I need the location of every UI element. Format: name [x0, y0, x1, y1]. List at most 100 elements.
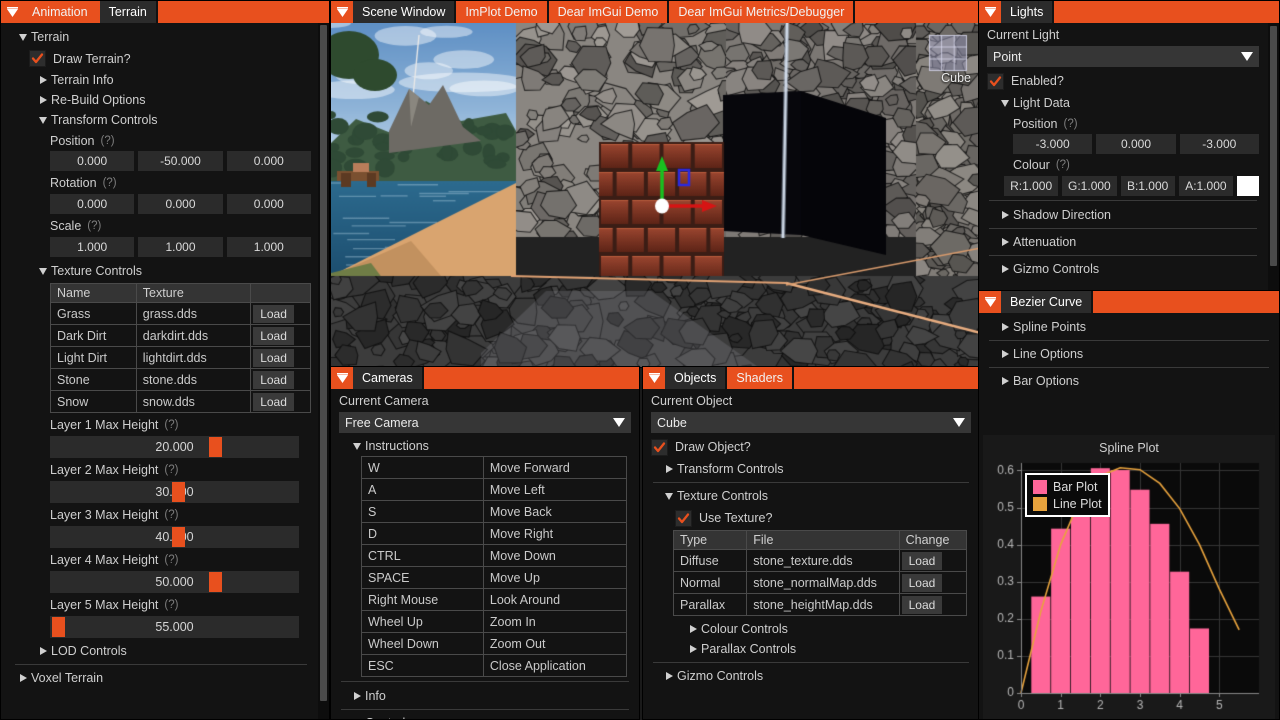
layer3-hint[interactable]: (?) — [164, 509, 178, 521]
scene-window-titlebar[interactable]: Scene Window ImPlot Demo Dear ImGui Demo… — [331, 1, 979, 23]
collapse-icon[interactable] — [331, 1, 353, 23]
lights-window-titlebar[interactable]: Lights — [979, 1, 1279, 23]
load-button[interactable]: Load — [253, 370, 294, 389]
position-z-field[interactable]: 0.000 — [226, 151, 311, 171]
layer5-hint[interactable]: (?) — [164, 599, 178, 611]
slider-grab[interactable] — [209, 437, 223, 457]
slider-grab[interactable] — [52, 617, 66, 637]
tree-terrain[interactable]: Terrain — [1, 27, 317, 47]
tree-object-transform-controls[interactable]: Transform Controls — [651, 459, 971, 479]
tree-info[interactable]: Info — [339, 686, 631, 706]
rotation-fields[interactable]: 0.000 0.000 0.000 — [1, 194, 317, 214]
rotation-x-field[interactable]: 0.000 — [50, 194, 135, 214]
tree-parallax-controls[interactable]: Parallax Controls — [651, 639, 971, 659]
load-button[interactable]: Load — [901, 573, 943, 592]
tab-dear-imgui-metrics[interactable]: Dear ImGui Metrics/Debugger — [669, 1, 856, 23]
lights-panel-scrollbar[interactable] — [1268, 23, 1279, 290]
load-button[interactable]: Load — [253, 304, 294, 323]
objects-window-titlebar[interactable]: Objects Shaders — [643, 367, 979, 389]
tree-instructions[interactable]: Instructions — [339, 436, 631, 456]
light-colour-a-field[interactable]: A:1.000 — [1178, 176, 1233, 196]
draw-object-row[interactable]: Draw Object? — [651, 435, 971, 459]
layer4-slider[interactable]: 50.000 — [50, 571, 299, 593]
tree-colour-controls[interactable]: Colour Controls — [651, 619, 971, 639]
3d-render-canvas[interactable] — [331, 23, 979, 367]
tab-animation[interactable]: Animation — [23, 1, 100, 23]
scrollbar-thumb[interactable] — [1270, 26, 1277, 266]
scene-viewport-body[interactable]: Cube — [331, 23, 979, 367]
draw-terrain-checkbox[interactable] — [29, 50, 46, 67]
scrollbar-thumb[interactable] — [320, 25, 327, 701]
tab-cameras[interactable]: Cameras — [353, 367, 424, 389]
tab-dear-imgui-demo[interactable]: Dear ImGui Demo — [548, 1, 670, 23]
collapse-icon[interactable] — [1, 1, 23, 23]
layer1-hint[interactable]: (?) — [164, 419, 178, 431]
tree-light-gizmo-controls[interactable]: Gizmo Controls — [987, 259, 1259, 279]
bezier-window-titlebar[interactable]: Bezier Curve — [979, 291, 1279, 313]
layer1-slider[interactable]: 20.000 — [50, 436, 299, 458]
tab-shaders[interactable]: Shaders — [727, 367, 794, 389]
scale-x-field[interactable]: 1.000 — [50, 237, 135, 257]
light-position-z-field[interactable]: -3.000 — [1179, 134, 1259, 154]
light-position-y-field[interactable]: 0.000 — [1096, 134, 1176, 154]
light-colour-r-field[interactable]: R:1.000 — [1004, 176, 1059, 196]
tree-attenuation[interactable]: Attenuation — [987, 232, 1259, 252]
layer5-slider[interactable]: 55.000 — [50, 616, 299, 638]
cameras-window-titlebar[interactable]: Cameras — [331, 367, 639, 389]
collapse-icon[interactable] — [979, 1, 1001, 23]
terrain-window-titlebar[interactable]: Animation Terrain — [1, 1, 329, 23]
tree-lod-controls[interactable]: LOD Controls — [1, 641, 317, 661]
rotation-hint[interactable]: (?) — [103, 177, 117, 189]
tree-bar-options[interactable]: Bar Options — [987, 371, 1271, 391]
tree-terrain-info[interactable]: Terrain Info — [1, 70, 317, 90]
objects-window-tabs[interactable]: Objects Shaders — [665, 367, 794, 389]
draw-terrain-row[interactable]: Draw Terrain? — [1, 47, 317, 70]
spline-plot[interactable]: Spline Plot Bar Plot Line Plot — [983, 435, 1275, 719]
legend-item-bar-plot[interactable]: Bar Plot — [1033, 478, 1102, 495]
layer2-hint[interactable]: (?) — [164, 464, 178, 476]
scene-window-tabs[interactable]: Scene Window ImPlot Demo Dear ImGui Demo… — [353, 1, 856, 23]
terrain-window-tabs[interactable]: Animation Terrain — [23, 1, 158, 23]
draw-object-checkbox[interactable] — [651, 438, 668, 456]
layer2-slider[interactable]: 30.000 — [50, 481, 299, 503]
use-texture-checkbox[interactable] — [675, 509, 692, 527]
tree-light-data[interactable]: Light Data — [987, 93, 1259, 113]
light-colour-hint[interactable]: (?) — [1056, 159, 1070, 171]
tree-line-options[interactable]: Line Options — [987, 344, 1271, 364]
slider-grab[interactable] — [209, 572, 223, 592]
position-hint[interactable]: (?) — [100, 135, 114, 147]
light-enabled-checkbox[interactable] — [987, 72, 1004, 90]
current-camera-select[interactable]: Free Camera — [339, 412, 631, 433]
current-object-select[interactable]: Cube — [651, 412, 971, 433]
tree-rebuild-options[interactable]: Re-Build Options — [1, 90, 317, 110]
tab-scene-window[interactable]: Scene Window — [353, 1, 457, 23]
tree-voxel-terrain[interactable]: Voxel Terrain — [1, 668, 317, 688]
light-enabled-row[interactable]: Enabled? — [987, 69, 1259, 93]
current-light-select[interactable]: Point — [987, 46, 1259, 67]
scale-fields[interactable]: 1.000 1.000 1.000 — [1, 237, 317, 257]
light-position-x-field[interactable]: -3.000 — [1013, 134, 1093, 154]
position-x-field[interactable]: 0.000 — [50, 151, 135, 171]
scale-y-field[interactable]: 1.000 — [138, 237, 223, 257]
light-colour-b-field[interactable]: B:1.000 — [1120, 176, 1175, 196]
load-button[interactable]: Load — [253, 392, 294, 411]
plot-legend[interactable]: Bar Plot Line Plot — [1025, 473, 1110, 517]
tree-controls[interactable]: Controls — [339, 713, 631, 719]
light-colour-g-field[interactable]: G:1.000 — [1062, 176, 1117, 196]
bezier-window-tabs[interactable]: Bezier Curve — [1001, 291, 1094, 313]
layer3-slider[interactable]: 40.000 — [50, 526, 299, 548]
tab-implot-demo[interactable]: ImPlot Demo — [456, 1, 549, 23]
scene-viewport[interactable]: Cube — [331, 23, 979, 367]
load-button[interactable]: Load — [901, 595, 943, 614]
cameras-window-tabs[interactable]: Cameras — [353, 367, 424, 389]
light-position-fields[interactable]: -3.000 0.000 -3.000 — [987, 134, 1259, 154]
tree-texture-controls[interactable]: Texture Controls — [1, 261, 317, 281]
tab-lights[interactable]: Lights — [1001, 1, 1055, 23]
load-button[interactable]: Load — [253, 348, 294, 367]
light-colour-fields[interactable]: R:1.000 G:1.000 B:1.000 A:1.000 — [987, 176, 1259, 196]
collapse-icon[interactable] — [643, 367, 665, 389]
tree-gizmo-controls[interactable]: Gizmo Controls — [651, 666, 971, 686]
load-button[interactable]: Load — [901, 551, 943, 570]
slider-grab[interactable] — [172, 527, 185, 547]
collapse-icon[interactable] — [331, 367, 353, 389]
